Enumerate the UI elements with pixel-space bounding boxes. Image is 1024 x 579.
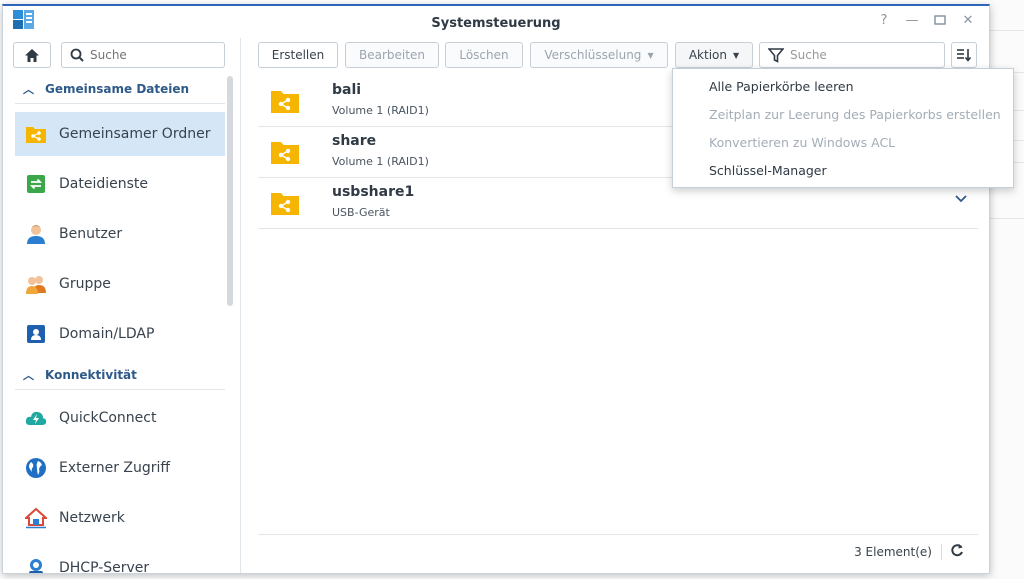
share-name: share (332, 133, 377, 149)
sidebar-item-label: Netzwerk (59, 510, 125, 526)
user-icon (25, 223, 47, 245)
filter-search[interactable]: Suche (759, 42, 945, 68)
encryption-label: Verschlüsselung (544, 48, 642, 62)
quickconnect-icon (25, 407, 47, 429)
sidebar-item-external-access[interactable]: Externer Zugriff (15, 446, 225, 490)
window-title: Systemsteuerung (431, 16, 561, 31)
sort-icon (957, 49, 972, 62)
footer-divider (941, 544, 942, 560)
section-label: Konnektivität (45, 367, 137, 382)
minimize-icon[interactable]: — (905, 14, 919, 28)
globe-icon (25, 457, 47, 479)
title-bar[interactable]: Systemsteuerung ? — ✕ (3, 6, 989, 38)
sidebar-item-label: QuickConnect (59, 410, 157, 426)
menu-item-empty-all-recycle-bins[interactable]: Alle Papierkörbe leeren (673, 73, 1013, 101)
sidebar-item-dhcp-server[interactable]: DHCP-Server (15, 546, 225, 574)
file-services-icon (25, 173, 47, 195)
list-footer: 3 Element(e) (258, 534, 978, 568)
action-label: Aktion (688, 48, 727, 62)
sidebar: ︿ Gemeinsame Dateien Gemeinsamer Ordner … (3, 38, 241, 574)
desktop-divider (990, 218, 1024, 219)
item-count: 3 Element(e) (854, 545, 932, 559)
sidebar-item-shared-folder[interactable]: Gemeinsamer Ordner (15, 112, 225, 156)
help-icon[interactable]: ? (877, 14, 891, 28)
filter-icon (768, 48, 784, 63)
shared-folder-icon (271, 91, 299, 113)
window-controls: ? — ✕ (877, 14, 975, 28)
section-header-connectivity[interactable]: ︿ Konnektivität (15, 360, 225, 390)
share-location: Volume 1 (RAID1) (332, 104, 429, 117)
chevron-down-icon[interactable] (954, 194, 968, 204)
sidebar-item-label: DHCP-Server (59, 560, 150, 574)
home-button[interactable] (13, 42, 51, 68)
caret-down-icon: ▼ (733, 50, 740, 60)
sort-button[interactable] (951, 42, 977, 68)
menu-item-schedule-recycle-bin-emptying[interactable]: Zeitplan zur Leerung des Papierkorbs ers… (673, 101, 1013, 129)
shared-folder-icon (271, 142, 299, 164)
create-button[interactable]: Erstellen (258, 42, 338, 68)
section-label: Gemeinsame Dateien (45, 81, 190, 96)
close-icon[interactable]: ✕ (961, 14, 975, 28)
home-icon (25, 48, 39, 62)
menu-item-key-manager[interactable]: Schlüssel-Manager (673, 157, 1013, 185)
share-location: Volume 1 (RAID1) (332, 155, 429, 168)
menu-item-convert-to-windows-acl[interactable]: Konvertieren zu Windows ACL (673, 129, 1013, 157)
sidebar-item-file-services[interactable]: Dateidienste (15, 162, 225, 206)
edit-button[interactable]: Bearbeiten (345, 42, 439, 68)
shared-folder-icon (271, 193, 299, 215)
sidebar-search-input[interactable] (90, 46, 220, 64)
sidebar-item-group[interactable]: Gruppe (15, 262, 225, 306)
desktop-divider (990, 30, 1024, 31)
sidebar-item-quickconnect[interactable]: QuickConnect (15, 396, 225, 440)
sidebar-item-label: Gruppe (59, 276, 111, 292)
chevron-up-icon: ︿ (23, 368, 34, 382)
toolbar: Erstellen Bearbeiten Löschen Verschlüsse… (242, 42, 989, 68)
delete-button[interactable]: Löschen (445, 42, 523, 68)
sidebar-item-label: Externer Zugriff (59, 460, 171, 476)
section-header-shared-files[interactable]: ︿ Gemeinsame Dateien (15, 74, 225, 104)
share-location: USB-Gerät (332, 206, 390, 219)
encryption-dropdown-button[interactable]: Verschlüsselung ▼ (530, 42, 668, 68)
sidebar-item-label: Domain/LDAP (59, 326, 155, 342)
chevron-up-icon: ︿ (23, 82, 34, 96)
sidebar-scrollbar[interactable] (227, 76, 233, 306)
share-name: bali (332, 82, 362, 98)
refresh-icon[interactable] (950, 543, 964, 557)
sidebar-item-label: Benutzer (59, 226, 123, 242)
maximize-icon[interactable] (933, 14, 947, 28)
sidebar-item-domain-ldap[interactable]: Domain/LDAP (15, 312, 225, 356)
group-icon (25, 273, 47, 295)
dhcp-server-icon (25, 557, 47, 573)
caret-down-icon: ▼ (647, 50, 654, 60)
sidebar-item-label: Gemeinsamer Ordner (59, 126, 211, 142)
domain-ldap-icon (25, 323, 47, 345)
filter-search-placeholder: Suche (790, 48, 827, 62)
action-dropdown-button[interactable]: Aktion ▼ (675, 42, 753, 68)
search-icon (70, 48, 84, 62)
sidebar-item-network[interactable]: Netzwerk (15, 496, 225, 540)
shared-folder-icon (25, 123, 47, 145)
network-house-icon (25, 507, 47, 529)
sidebar-item-label: Dateidienste (59, 176, 149, 192)
action-dropdown-menu: Alle Papierkörbe leeren Zeitplan zur Lee… (672, 68, 1014, 188)
sidebar-search[interactable] (61, 42, 225, 68)
share-name: usbshare1 (332, 184, 415, 200)
sidebar-item-user[interactable]: Benutzer (15, 212, 225, 256)
